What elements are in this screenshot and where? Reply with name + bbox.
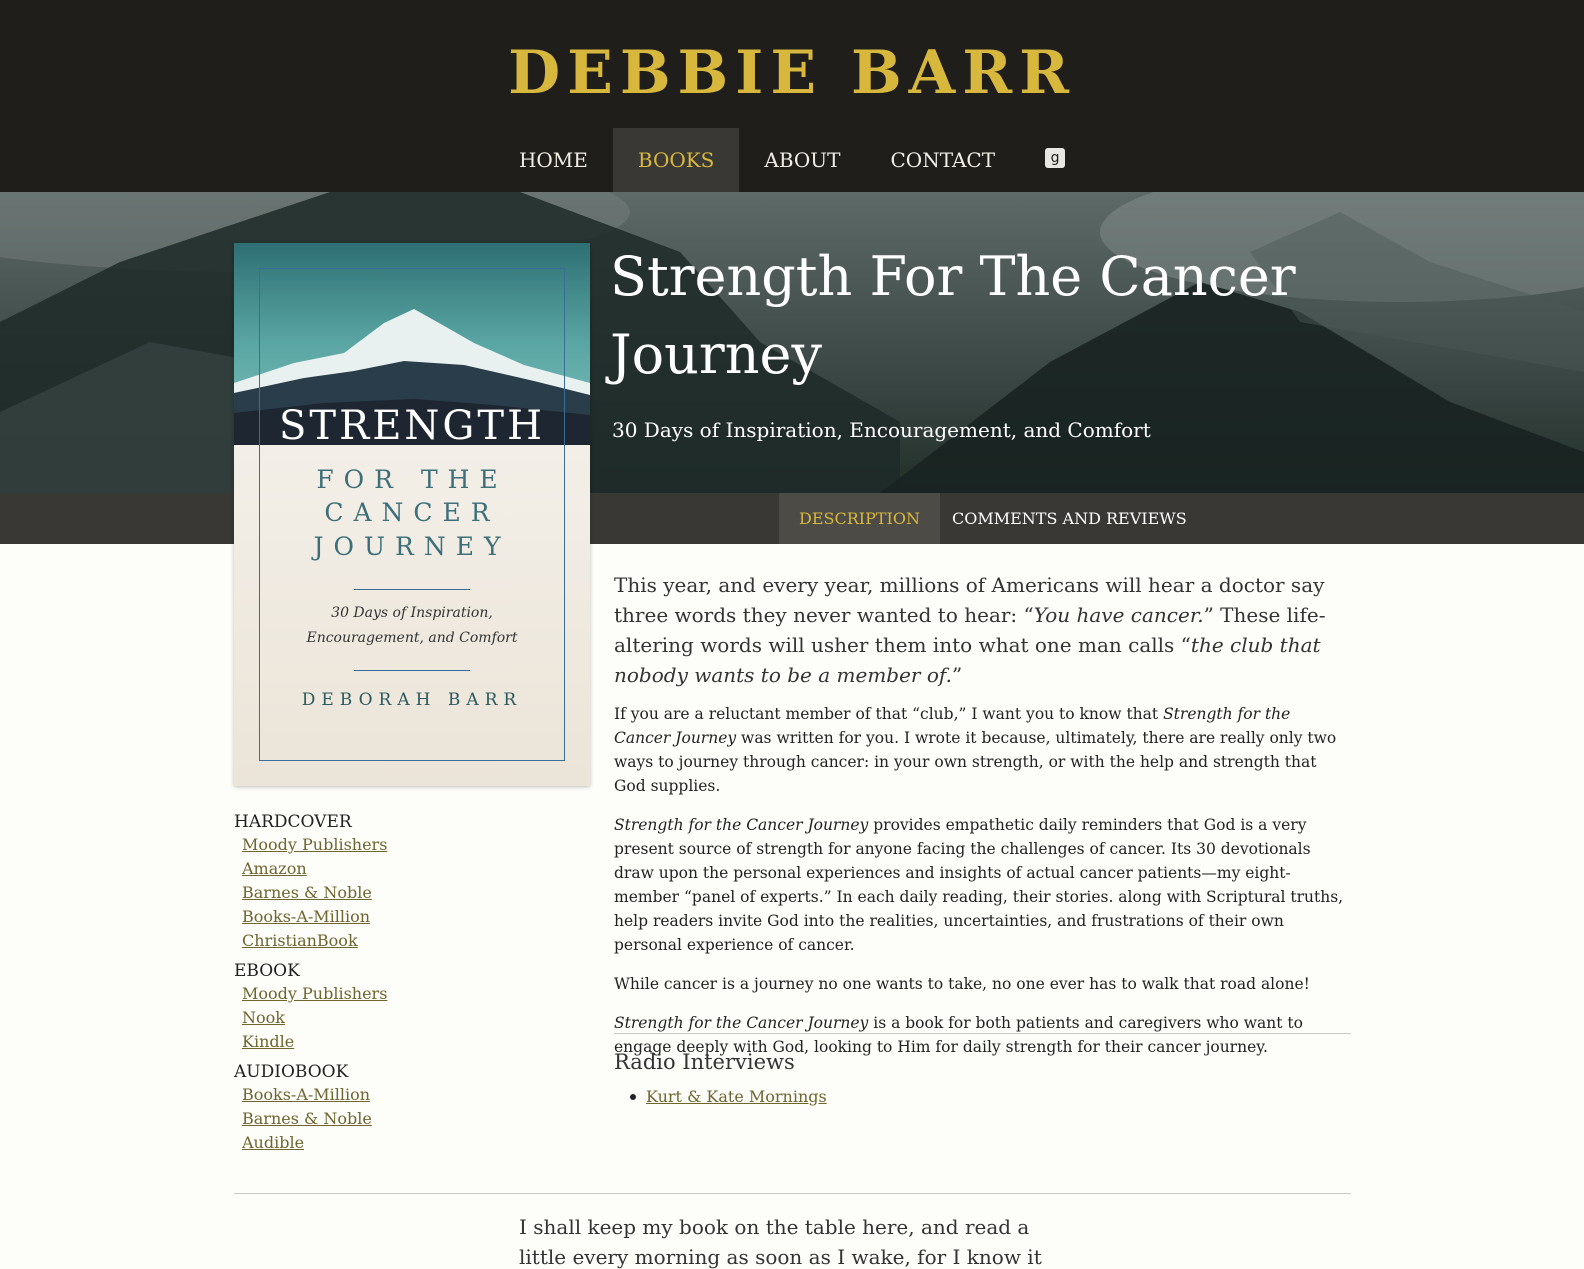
divider-quote: [234, 1193, 1351, 1194]
buy-group-hardcover: HARDCOVER Moody Publishers Amazon Barnes…: [234, 811, 574, 953]
description-paragraph-1: If you are a reluctant member of that “c…: [614, 702, 1351, 798]
radio-link-kurt-kate[interactable]: Kurt & Kate Mornings: [646, 1085, 827, 1109]
buy-group-ebook: EBOOK Moody Publishers Nook Kindle: [234, 960, 574, 1054]
radio-interviews-list: Kurt & Kate Mornings: [630, 1085, 827, 1109]
radio-interview-item: Kurt & Kate Mornings: [630, 1085, 827, 1109]
tab-comments-reviews[interactable]: COMMENTS AND REVIEWS: [932, 493, 1207, 544]
cover-rule-bottom: [354, 670, 470, 671]
cover-subtitle-1: 30 Days of Inspiration,: [331, 605, 493, 621]
cover-line-for-the: FOR THE: [316, 465, 508, 494]
lead-text-3: ”: [951, 663, 963, 687]
p1-text-1: If you are a reluctant member of that “c…: [614, 705, 1164, 723]
buy-link-audio-barnes-noble[interactable]: Barnes & Noble: [242, 1107, 574, 1131]
buy-link-ebook-nook[interactable]: Nook: [242, 1006, 574, 1030]
buy-link-hardcover-barnes-noble[interactable]: Barnes & Noble: [242, 881, 574, 905]
book-description: This year, and every year, millions of A…: [614, 570, 1351, 1074]
cover-line-journey: JOURNEY: [313, 532, 511, 561]
buy-link-hardcover-moody[interactable]: Moody Publishers: [242, 833, 574, 857]
testimonial-quote: I shall keep my book on the table here, …: [519, 1215, 1042, 1269]
nav-goodreads[interactable]: g: [1020, 128, 1090, 192]
nav-contact[interactable]: CONTACT: [866, 128, 1021, 192]
site-title[interactable]: DEBBIE BARR: [0, 38, 1584, 108]
lead-emphasis-1: You have cancer.: [1033, 603, 1204, 627]
buy-link-audio-audible[interactable]: Audible: [242, 1131, 574, 1155]
p2-text: provides empathetic daily reminders that…: [614, 816, 1344, 954]
buy-heading-ebook: EBOOK: [234, 961, 300, 981]
description-paragraph-2: Strength for the Cancer Journey provides…: [614, 813, 1351, 957]
cover-author: DEBORAH BARR: [301, 690, 523, 710]
site-header: DEBBIE BARR HOME BOOKS ABOUT CONTACT g: [0, 0, 1584, 192]
buy-link-hardcover-christianbook[interactable]: ChristianBook: [242, 929, 574, 953]
buy-group-audiobook: AUDIOBOOK Books-A-Million Barnes & Noble…: [234, 1061, 574, 1155]
nav-home[interactable]: HOME: [494, 128, 613, 192]
buy-heading-audiobook: AUDIOBOOK: [234, 1062, 349, 1082]
buy-link-audio-books-a-million[interactable]: Books-A-Million: [242, 1083, 574, 1107]
buy-link-hardcover-books-a-million[interactable]: Books-A-Million: [242, 905, 574, 929]
cover-line-cancer: CANCER: [324, 498, 500, 527]
goodreads-icon[interactable]: g: [1045, 148, 1066, 168]
buy-heading-hardcover: HARDCOVER: [234, 812, 352, 832]
cover-subtitle-2: Encouragement, and Comfort: [306, 630, 518, 646]
book-subtitle: 30 Days of Inspiration, Encouragement, a…: [612, 418, 1151, 442]
book-cover: STRENGTH FOR THE CANCER JOURNEY 30 Days …: [234, 243, 590, 786]
book-title: Strength For The Cancer Journey: [610, 245, 1296, 386]
buy-link-ebook-moody[interactable]: Moody Publishers: [242, 982, 574, 1006]
cover-title-strength: STRENGTH: [279, 403, 545, 449]
description-paragraph-3: While cancer is a journey no one wants t…: [614, 975, 1310, 993]
main-nav: HOME BOOKS ABOUT CONTACT g: [0, 128, 1584, 192]
cover-rule-top: [354, 589, 470, 590]
divider-radio: [614, 1033, 1351, 1034]
description-lead: This year, and every year, millions of A…: [614, 570, 1351, 690]
buy-link-ebook-kindle[interactable]: Kindle: [242, 1030, 574, 1054]
tab-description[interactable]: DESCRIPTION: [779, 493, 940, 544]
nav-about[interactable]: ABOUT: [739, 128, 865, 192]
p2-emphasis: Strength for the Cancer Journey: [614, 816, 869, 834]
buy-links: HARDCOVER Moody Publishers Amazon Barnes…: [234, 811, 574, 1162]
radio-interviews-heading: Radio Interviews: [614, 1050, 795, 1074]
nav-books[interactable]: BOOKS: [612, 128, 740, 192]
buy-link-hardcover-amazon[interactable]: Amazon: [242, 857, 574, 881]
bullet-icon: [630, 1094, 636, 1100]
p4-emphasis: Strength for the Cancer Journey: [614, 1014, 869, 1032]
